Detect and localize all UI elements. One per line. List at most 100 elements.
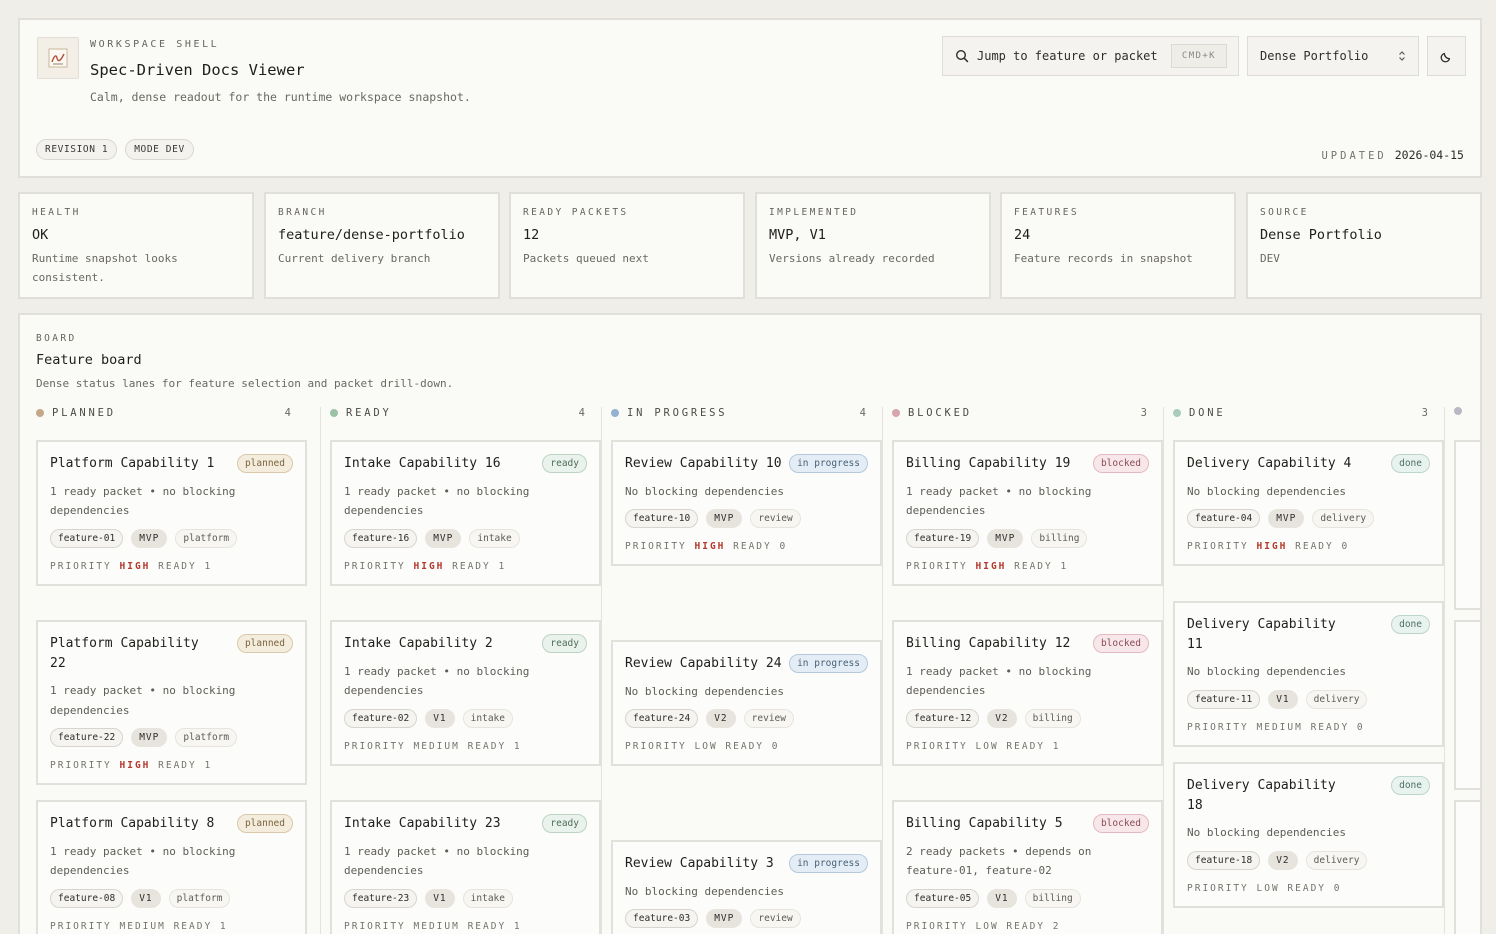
feature-card[interactable]: Platform Capability 22 planned 1 ready p…: [36, 620, 307, 785]
card-description: 2 ready packets • depends on feature-01,…: [906, 844, 1092, 878]
priority-label: PRIORITY: [1187, 721, 1249, 733]
status-badge: blocked: [1092, 454, 1149, 473]
stat-desc: Feature records in snapshot: [1014, 252, 1193, 265]
card-description: 1 ready packet • no blocking dependencie…: [50, 844, 236, 878]
version-tag: MVP: [131, 728, 168, 747]
feature-card[interactable]: Delivery Capability 11 done No blocking …: [1173, 601, 1444, 747]
version-tag: V2: [706, 709, 736, 728]
revision-pill: REVISION 1: [36, 139, 118, 160]
stat-label: READY PACKETS: [523, 207, 629, 218]
card-priority: PRIORITY HIGH READY 1: [344, 561, 587, 572]
card-description: No blocking dependencies: [1187, 826, 1346, 839]
feature-card[interactable]: Review Capability 10 in progress No bloc…: [611, 440, 882, 566]
workspace-header: WORKSPACE SHELL Spec-Driven Docs Viewer …: [18, 18, 1482, 178]
updated-label: UPDATED: [1321, 150, 1387, 162]
card-title: Review Capability 24: [625, 656, 782, 671]
card-title: Delivery Capability 18: [1187, 778, 1336, 813]
card-tags: feature-08 V1 platform: [50, 888, 293, 908]
priority-value: MEDIUM: [119, 920, 166, 932]
stat-label: SOURCE: [1260, 207, 1309, 218]
priority-value: HIGH: [413, 560, 445, 572]
card-description: 1 ready packet • no blocking dependencie…: [906, 664, 1092, 698]
feature-card[interactable]: Intake Capability 2 ready 1 ready packet…: [330, 620, 601, 766]
card-tags: feature-10 MVP review: [625, 509, 868, 528]
lane-count: 3: [1140, 407, 1147, 419]
feature-card[interactable]: Intake Capability 23 ready 1 ready packe…: [330, 800, 601, 934]
feature-id-tag: feature-24: [625, 709, 699, 728]
card-description: No blocking dependencies: [1187, 484, 1346, 498]
priority-label: PRIORITY: [344, 740, 406, 752]
feature-card[interactable]: Review Capability 3 in progress No block…: [611, 840, 882, 934]
priority-label: PRIORITY: [344, 920, 406, 932]
version-tag: V2: [987, 708, 1017, 728]
card-tags: feature-01 MVP platform: [50, 528, 293, 548]
stat-value: 24: [1014, 227, 1031, 243]
feature-card[interactable]: Review Capability 24 in progress No bloc…: [611, 640, 882, 766]
card-overflow[interactable]: [1454, 620, 1480, 790]
lane-name: IN PROGRESS: [627, 407, 728, 419]
app-logo: [37, 37, 79, 79]
stat-desc: Packets queued next: [523, 252, 649, 265]
lane-divider: [601, 407, 602, 934]
card-tags: feature-03 MVP review: [625, 909, 868, 928]
feature-card[interactable]: Delivery Capability 4 done No blocking d…: [1173, 440, 1444, 566]
card-description: No blocking dependencies: [625, 884, 784, 898]
lane-header: DONE 3: [1173, 407, 1428, 419]
card-tags: feature-04 MVP delivery: [1187, 509, 1430, 528]
feature-card[interactable]: Intake Capability 16 ready 1 ready packe…: [330, 440, 601, 586]
board-eyebrow: BOARD: [36, 333, 77, 344]
feature-id-tag: feature-23: [344, 888, 418, 908]
card-description: 1 ready packet • no blocking dependencie…: [344, 484, 530, 518]
area-tag: delivery: [1305, 850, 1368, 870]
moon-icon: [1440, 52, 1451, 62]
card-title: Intake Capability 2: [344, 636, 493, 651]
feature-card[interactable]: Platform Capability 8 planned 1 ready pa…: [36, 800, 307, 934]
status-badge: done: [1391, 454, 1430, 473]
stat-desc: Runtime snapshot looks consistent.: [32, 252, 178, 284]
card-priority: PRIORITY MEDIUM READY 1: [50, 921, 293, 932]
stat-value: OK: [32, 227, 49, 243]
ready-count: READY 1: [158, 760, 213, 771]
lane-header: IN PROGRESS 4: [611, 407, 866, 419]
card-overflow[interactable]: [1454, 440, 1480, 610]
card-title: Delivery Capability 4: [1187, 456, 1352, 471]
feature-card[interactable]: Delivery Capability 18 done No blocking …: [1173, 762, 1444, 908]
stat-card-implemented: IMPLEMENTED MVP, V1 Versions already rec…: [755, 192, 991, 299]
updated-stamp: UPDATED 2026-04-15: [1321, 148, 1464, 162]
version-tag: V1: [1268, 689, 1298, 709]
area-tag: billing: [1031, 528, 1088, 548]
priority-label: PRIORITY: [625, 541, 687, 552]
card-title: Platform Capability 8: [50, 816, 215, 831]
lane-done: DONE 3 Delivery Capability 4 done No bloc…: [1173, 407, 1444, 934]
search-placeholder: Jump to feature or packet: [977, 49, 1158, 63]
card-title: Intake Capability 16: [344, 456, 501, 471]
card-priority: PRIORITY LOW READY 0: [625, 741, 868, 752]
priority-value: MEDIUM: [413, 920, 460, 932]
card-title: Review Capability 3: [625, 856, 774, 871]
ready-count: READY 1: [173, 920, 228, 932]
ready-count: READY 0: [733, 541, 788, 552]
priority-label: PRIORITY: [50, 760, 112, 771]
feature-id-tag: feature-16: [344, 528, 418, 548]
version-tag: V1: [987, 888, 1017, 908]
search-input[interactable]: Jump to feature or packet CMD+K: [942, 36, 1239, 76]
workspace-select[interactable]: Dense Portfolio: [1247, 36, 1419, 76]
lane-planned: PLANNED 4 Platform Capability 1 planned 1…: [36, 407, 307, 934]
feature-card[interactable]: Billing Capability 19 blocked 1 ready pa…: [892, 440, 1163, 586]
lane-count: 4: [284, 407, 291, 419]
card-overflow[interactable]: [1454, 800, 1480, 934]
priority-label: PRIORITY: [344, 560, 406, 572]
lane-name: DONE: [1189, 407, 1226, 419]
chevron-updown-icon: [1399, 51, 1405, 61]
card-title: Billing Capability 5: [906, 816, 1063, 831]
theme-toggle-button[interactable]: [1427, 36, 1466, 76]
card-tags: feature-12 V2 billing: [906, 708, 1149, 728]
feature-card[interactable]: Platform Capability 1 planned 1 ready pa…: [36, 440, 307, 586]
lane-name: BLOCKED: [908, 407, 972, 419]
feature-id-tag: feature-05: [906, 888, 980, 908]
feature-card[interactable]: Billing Capability 5 blocked 2 ready pac…: [892, 800, 1163, 934]
lane-in-progress: IN PROGRESS 4 Review Capability 10 in pro…: [611, 407, 882, 934]
feature-card[interactable]: Billing Capability 12 blocked 1 ready pa…: [892, 620, 1163, 766]
card-tags: feature-24 V2 review: [625, 709, 868, 728]
priority-label: PRIORITY: [906, 920, 968, 932]
